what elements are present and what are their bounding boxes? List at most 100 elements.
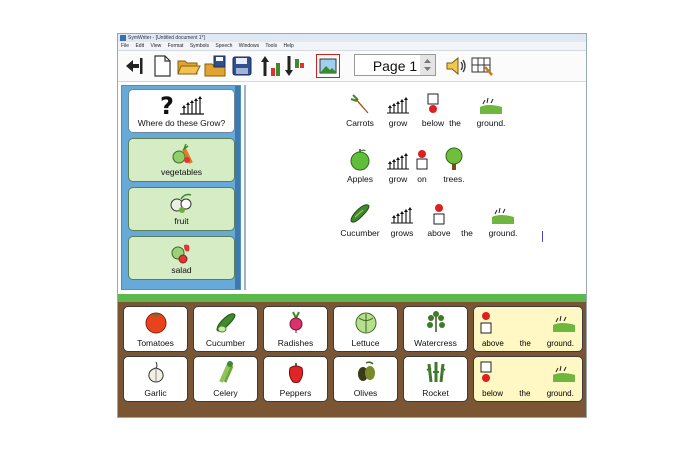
page-spinner[interactable]: [420, 55, 435, 75]
word-above: above: [421, 203, 457, 238]
vegetables-icon: [172, 143, 193, 164]
menu-view[interactable]: View: [150, 43, 161, 49]
watercress-icon: [426, 311, 445, 332]
lettuce-icon: [355, 312, 376, 334]
grid-edit-icon: [471, 57, 493, 76]
grid-cell-fruit[interactable]: fruit: [128, 187, 235, 231]
garlic-icon: [147, 361, 164, 383]
menu-format[interactable]: Format: [168, 43, 184, 49]
sort-ascending-button[interactable]: [258, 54, 282, 78]
fruit-icon: [170, 193, 191, 213]
word-the: the: [449, 118, 461, 128]
word-the: the: [461, 228, 473, 238]
open-button[interactable]: [177, 54, 201, 78]
panel-divider[interactable]: [244, 85, 246, 290]
menu-windows[interactable]: Windows: [239, 43, 259, 49]
phrase-word: ground.: [546, 389, 574, 398]
ground-icon: [553, 315, 575, 332]
save-to-folder-icon: [204, 55, 226, 77]
spinner-arrows-icon: [424, 59, 431, 71]
above-icon: [480, 312, 492, 334]
card-rocket[interactable]: Rocket: [403, 356, 468, 402]
picture-icon: [319, 58, 337, 74]
ground-icon: [480, 97, 502, 114]
card-lettuce[interactable]: Lettuce: [333, 306, 398, 352]
card-cucumber[interactable]: Cucumber: [193, 306, 258, 352]
tomato-icon: [145, 312, 166, 334]
picture-button[interactable]: [316, 54, 340, 78]
menu-edit[interactable]: Edit: [135, 43, 144, 49]
grid-cell-label: salad: [171, 265, 192, 275]
save-disk-icon: [232, 56, 252, 76]
back-button[interactable]: [122, 54, 146, 78]
word-trees: trees.: [436, 147, 472, 184]
cucumber-icon: [350, 204, 370, 223]
word-ground: ground.: [479, 203, 527, 238]
phrase-word: the: [519, 389, 531, 398]
celery-icon: [218, 361, 233, 383]
card-olives[interactable]: Olives: [333, 356, 398, 402]
on-icon: [416, 150, 428, 170]
card-below-the-ground[interactable]: below the ground.: [473, 356, 583, 402]
below-icon: [427, 93, 439, 113]
card-peppers[interactable]: Peppers: [263, 356, 328, 402]
new-document-button[interactable]: [150, 54, 174, 78]
grow-icon: [387, 97, 409, 114]
menu-speech[interactable]: Speech: [215, 43, 232, 49]
phrase-word: below: [482, 389, 504, 398]
ground-icon: [492, 207, 514, 224]
save-button[interactable]: [230, 54, 254, 78]
grass-strip: [118, 294, 586, 302]
grow-icon: [391, 207, 413, 224]
tree-icon: [445, 147, 463, 170]
card-garlic[interactable]: Garlic: [123, 356, 188, 402]
grid-cell-vegetables[interactable]: vegetables: [128, 138, 235, 182]
text-cursor: [542, 231, 543, 242]
phrase-word: ground.: [546, 339, 574, 348]
open-folder-icon: [177, 60, 201, 75]
speech-button[interactable]: [444, 54, 468, 78]
word-ground: ground.: [467, 93, 515, 128]
back-icon: [126, 58, 143, 74]
sort-ascending-icon: [261, 56, 280, 76]
grid-cell-salad[interactable]: salad: [128, 236, 235, 280]
app-window: SymWriter - [Untitled document 1*] File …: [117, 33, 587, 418]
above-icon: [433, 204, 445, 225]
word-grow: grow: [380, 93, 416, 128]
pepper-icon: [288, 363, 303, 383]
new-document-icon: [154, 55, 171, 77]
grow-icon: [387, 153, 409, 170]
card-celery[interactable]: Celery: [193, 356, 258, 402]
carrot-icon: [350, 94, 369, 114]
menu-help[interactable]: Help: [283, 43, 293, 49]
below-icon: [480, 361, 492, 382]
menu-file[interactable]: File: [121, 43, 129, 49]
question-grow-icon: ?: [160, 92, 204, 120]
card-tomatoes[interactable]: Tomatoes: [123, 306, 188, 352]
menu-tools[interactable]: Tools: [265, 43, 277, 49]
grid-edit-button[interactable]: [470, 54, 494, 78]
svg-text:?: ?: [160, 92, 174, 118]
toolbar: Page 1: [118, 51, 586, 82]
grid-cell-question[interactable]: ? Where do these Grow?: [128, 89, 235, 133]
card-above-the-ground[interactable]: above the ground.: [473, 306, 583, 352]
grid-cell-label: vegetables: [160, 167, 203, 177]
title-bar: SymWriter - [Untitled document 1*]: [118, 34, 586, 42]
word-apples: Apples: [342, 149, 378, 184]
document-area[interactable]: Carrots grow below the ground. Apples gr…: [247, 85, 586, 290]
sort-descending-icon: [285, 56, 304, 76]
card-watercress[interactable]: Watercress: [403, 306, 468, 352]
cucumber-icon: [215, 313, 236, 333]
word-grows: grows: [384, 203, 420, 238]
word-cucumber: Cucumber: [337, 203, 383, 238]
window-title: SymWriter - [Untitled document 1*]: [128, 35, 205, 41]
word-on: on: [409, 149, 435, 184]
menu-symbols[interactable]: Symbols: [190, 43, 209, 49]
card-radishes[interactable]: Radishes: [263, 306, 328, 352]
menu-bar: File Edit View Format Symbols Speech Win…: [118, 42, 586, 51]
ground-icon: [553, 365, 575, 382]
speaker-icon: [446, 56, 466, 76]
sort-descending-button[interactable]: [282, 54, 306, 78]
left-grid-panel: ? Where do these Grow? vegetables fruit …: [121, 85, 241, 290]
save-to-folder-button[interactable]: [204, 54, 228, 78]
